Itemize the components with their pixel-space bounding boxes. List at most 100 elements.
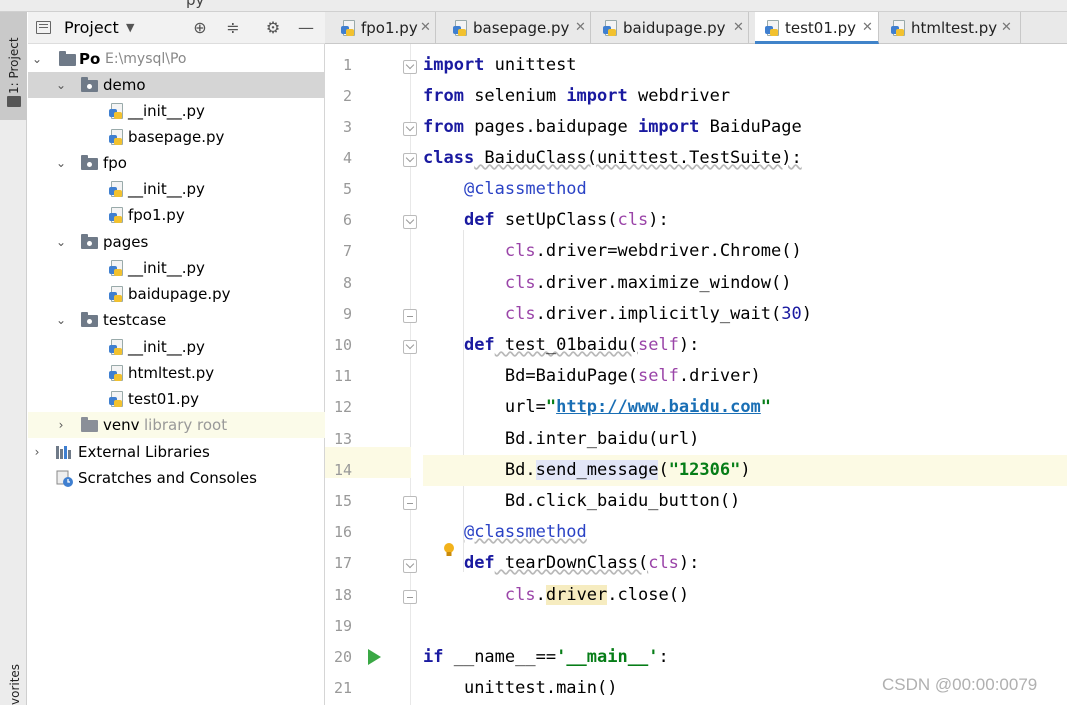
tree-item-scratches[interactable]: Scratches and Consoles [28, 465, 325, 491]
gear-icon[interactable]: ⚙ [261, 12, 285, 44]
package-folder-icon [81, 77, 98, 92]
tree-item-file[interactable]: __init__.py [28, 176, 325, 202]
window-title-strip: py [0, 0, 1067, 12]
tab-fpo1[interactable]: fpo1.py ✕ [331, 12, 436, 44]
fold-marker-icon[interactable] [403, 215, 417, 229]
project-view-icon [36, 21, 51, 34]
collapse-all-icon[interactable]: ≑ [221, 12, 245, 44]
hide-icon[interactable]: — [294, 12, 318, 44]
line-number: 3 [342, 118, 352, 136]
close-icon[interactable]: ✕ [420, 12, 431, 44]
tree-item-fpo[interactable]: ⌄ fpo [28, 150, 325, 176]
tree-item-file[interactable]: fpo1.py [28, 202, 325, 228]
tree-item-external-libraries[interactable]: › External Libraries [28, 439, 325, 465]
scratches-icon [56, 470, 74, 488]
tree-item-po[interactable]: ⌄ Po E:\mysql\Po [28, 46, 325, 72]
fold-marker-icon[interactable] [403, 60, 417, 74]
tree-item-label: __init__.py [128, 259, 205, 277]
editor-gutter[interactable]: 1 2 3 4 5 6 7 8 9 10 11 12 13 14 15 16 1… [325, 44, 411, 705]
close-icon[interactable]: ✕ [575, 12, 586, 44]
editor-area: fpo1.py ✕ basepage.py ✕ baidupage.py ✕ t… [325, 12, 1067, 705]
tree-item-label: baidupage.py [128, 285, 231, 303]
python-file-icon [765, 20, 781, 36]
package-folder-icon [81, 312, 98, 327]
tree-item-label: venv [103, 416, 140, 434]
watermark: CSDN @00:00:0079 [882, 675, 1038, 694]
python-file-icon [453, 20, 469, 36]
favorites-tool-label[interactable]: vorites [8, 664, 22, 705]
python-file-icon [109, 391, 125, 407]
fold-marker-icon[interactable] [403, 590, 417, 604]
tree-item-demo[interactable]: ⌄ demo [28, 72, 325, 98]
line-number: 6 [342, 211, 352, 229]
chevron-down-icon[interactable]: ⌄ [54, 229, 68, 255]
tree-item-file[interactable]: __init__.py [28, 334, 325, 360]
code-line: cls.driver.close() [504, 585, 690, 605]
code-line: cls.driver.maximize_window() [504, 273, 792, 293]
code-line: if __name__=='__main__': [423, 647, 669, 667]
tab-test01[interactable]: test01.py ✕ [755, 12, 879, 44]
tree-item-file[interactable]: __init__.py [28, 255, 325, 281]
close-icon[interactable]: ✕ [862, 12, 873, 44]
line-number: 15 [333, 492, 352, 510]
library-root-note: library root [144, 416, 228, 434]
tree-item-file[interactable]: test01.py [28, 386, 325, 412]
chevron-down-icon[interactable]: ⌄ [54, 150, 68, 176]
code-line: def setUpClass(cls): [463, 210, 669, 230]
fold-marker-icon[interactable] [403, 309, 417, 323]
tree-item-file[interactable]: baidupage.py [28, 281, 325, 307]
line-number: 12 [333, 398, 352, 416]
tree-item-label: External Libraries [78, 443, 210, 461]
tree-item-label: fpo [103, 154, 127, 172]
project-panel-header: Project ▼ ⊕ ≑ ⚙ — [28, 12, 325, 44]
run-icon[interactable] [368, 649, 381, 665]
fold-marker-icon[interactable] [403, 340, 417, 354]
code-line: def tearDownClass(cls): [463, 553, 700, 573]
tree-item-label: Scratches and Consoles [78, 469, 257, 487]
tab-basepage[interactable]: basepage.py ✕ [443, 12, 591, 44]
chevron-down-icon[interactable]: ⌄ [54, 72, 68, 98]
tab-label: baidupage.py [623, 19, 726, 37]
tree-item-venv[interactable]: › venv library root [28, 412, 325, 438]
locate-icon[interactable]: ⊕ [188, 12, 212, 44]
tab-label: basepage.py [473, 19, 570, 37]
project-panel: Project ▼ ⊕ ≑ ⚙ — ⌄ Po E:\mysql\Po ⌄ dem… [28, 12, 325, 705]
fold-marker-icon[interactable] [403, 496, 417, 510]
tree-item-label: basepage.py [128, 128, 225, 146]
code-area[interactable]: import unittest from selenium import web… [423, 44, 1067, 705]
tree-item-pages[interactable]: ⌄ pages [28, 229, 325, 255]
project-panel-title[interactable]: Project [64, 12, 119, 44]
python-file-icon [603, 20, 619, 36]
tree-item-file[interactable]: htmltest.py [28, 360, 325, 386]
fold-marker-icon[interactable] [403, 559, 417, 573]
tree-item-file[interactable]: __init__.py [28, 98, 325, 124]
python-file-icon [109, 365, 125, 381]
chevron-down-icon[interactable]: ⌄ [30, 46, 44, 72]
tree-item-label: test01.py [128, 390, 200, 408]
tree-item-file[interactable]: basepage.py [28, 124, 325, 150]
code-line: import unittest [423, 55, 577, 75]
tab-baidupage[interactable]: baidupage.py ✕ [593, 12, 749, 44]
tree-item-label: __init__.py [128, 180, 205, 198]
code-line: def test_01baidu(self): [463, 335, 700, 355]
line-number: 4 [342, 149, 352, 167]
project-tool-button[interactable]: 1: Project [0, 12, 27, 120]
line-number: 21 [333, 679, 352, 697]
tab-label: test01.py [785, 19, 857, 37]
close-icon[interactable]: ✕ [733, 12, 744, 44]
tree-item-testcase[interactable]: ⌄ testcase [28, 307, 325, 333]
code-line: @classmethod [463, 522, 587, 542]
project-tool-label: 1: Project [7, 37, 21, 94]
chevron-down-icon[interactable]: ▼ [126, 12, 134, 44]
chevron-down-icon[interactable]: ⌄ [54, 307, 68, 333]
line-number: 10 [333, 336, 352, 354]
python-file-icon [109, 103, 125, 119]
code-line: cls.driver=webdriver.Chrome() [504, 241, 802, 261]
top-tab-partial: py [186, 0, 205, 9]
tab-htmltest[interactable]: htmltest.py ✕ [881, 12, 1021, 44]
chevron-right-icon[interactable]: › [54, 412, 68, 438]
chevron-right-icon[interactable]: › [30, 439, 44, 465]
fold-marker-icon[interactable] [403, 153, 417, 167]
fold-marker-icon[interactable] [403, 122, 417, 136]
close-icon[interactable]: ✕ [1001, 12, 1012, 44]
